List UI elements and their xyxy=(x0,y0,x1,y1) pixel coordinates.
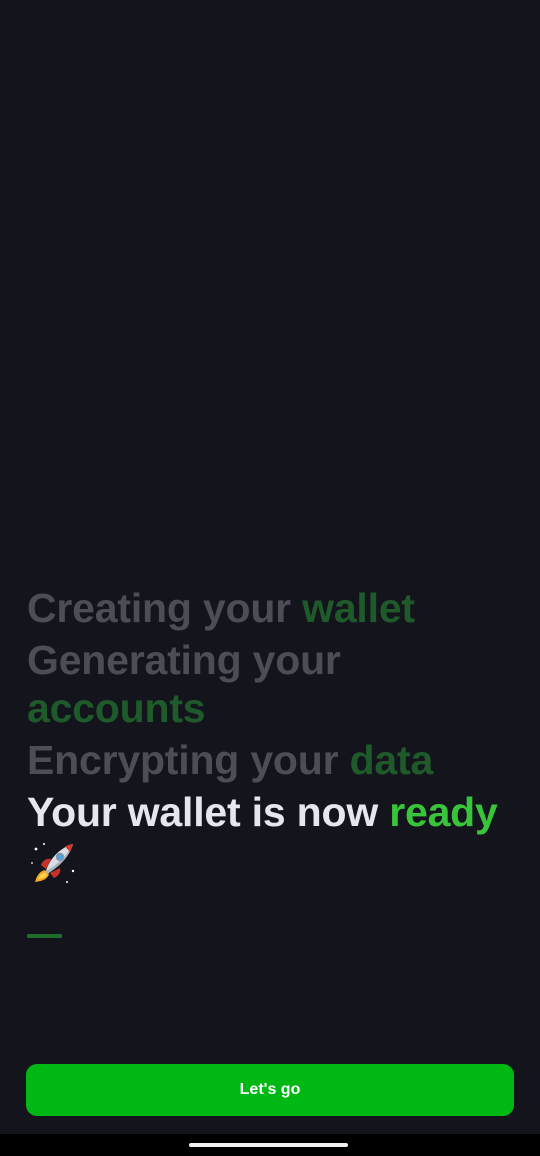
step-text: Encrypting your xyxy=(27,737,350,783)
system-navigation-bar xyxy=(0,1134,540,1156)
progress-dash xyxy=(27,934,62,938)
wallet-ready-screen: Creating your wallet Generating your acc… xyxy=(0,0,540,1134)
step-text: Generating your xyxy=(27,637,341,683)
step-text: Your wallet is now xyxy=(27,789,390,835)
step-highlight: wallet xyxy=(302,585,415,631)
step-text: Creating your xyxy=(27,585,303,631)
step-wallet-ready: Your wallet is now ready xyxy=(27,788,517,890)
step-highlight: accounts xyxy=(27,685,206,731)
lets-go-button[interactable]: Let's go xyxy=(26,1064,514,1116)
step-creating-wallet: Creating your wallet xyxy=(27,584,517,632)
home-indicator[interactable] xyxy=(189,1143,348,1147)
step-encrypting-data: Encrypting your data xyxy=(27,736,517,784)
step-highlight: data xyxy=(349,737,434,783)
progress-steps: Creating your wallet Generating your acc… xyxy=(27,584,517,894)
step-highlight: ready xyxy=(389,789,498,835)
step-generating-accounts: Generating your accounts xyxy=(27,636,517,732)
rocket-icon xyxy=(31,843,75,883)
